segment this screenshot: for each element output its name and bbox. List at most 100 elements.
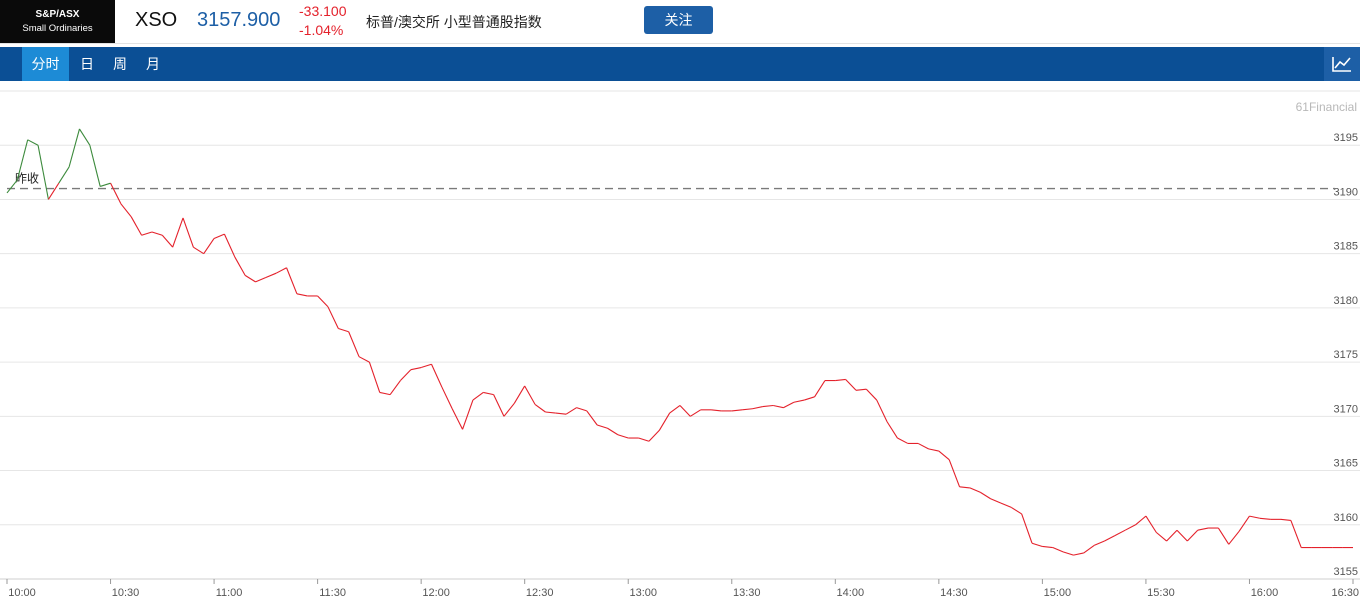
price-segment <box>1062 551 1074 556</box>
price-segment <box>79 128 91 146</box>
price-segment <box>534 403 546 413</box>
price-segment <box>193 246 205 255</box>
chart-toggle-button[interactable] <box>1324 47 1360 81</box>
price-segment <box>990 498 1002 504</box>
tab-daily[interactable]: 日 <box>74 47 100 81</box>
y-tick-label: 3195 <box>1334 132 1358 144</box>
price-segment <box>969 487 981 493</box>
price-segment <box>400 369 412 381</box>
price-segment <box>814 380 826 398</box>
price-segment <box>607 427 619 436</box>
price-series <box>6 128 1353 556</box>
price-segment <box>1073 552 1084 556</box>
x-tick-label: 12:30 <box>526 587 554 599</box>
x-tick-label: 14:30 <box>940 587 968 599</box>
price-segment <box>1280 518 1291 521</box>
y-tick-label: 3155 <box>1334 566 1358 578</box>
price-segment <box>420 363 432 369</box>
price-segment <box>576 407 587 412</box>
price-segment <box>89 145 101 187</box>
change-percent: -1.04% <box>299 22 344 38</box>
price-segment <box>731 409 743 412</box>
y-tick-label: 3175 <box>1334 349 1358 361</box>
tab-weekly[interactable]: 周 <box>107 47 133 81</box>
price-segment <box>68 128 81 168</box>
price-segment <box>483 391 494 396</box>
x-tick-label: 11:00 <box>216 587 243 599</box>
price-segment <box>979 491 991 500</box>
price-segment <box>1042 545 1053 549</box>
price-segment <box>327 306 339 329</box>
price-segment <box>203 238 215 254</box>
x-tick-label: 14:00 <box>837 587 865 599</box>
line-chart-icon <box>1332 57 1351 72</box>
price-segment <box>1000 502 1012 508</box>
ticker-symbol: XSO <box>135 9 178 31</box>
price-segment <box>762 404 774 408</box>
watermark: 61Financial <box>1296 100 1357 114</box>
price-segment <box>1197 527 1209 531</box>
y-tick-label: 3185 <box>1334 241 1358 253</box>
price-segment <box>379 391 391 396</box>
last-price: 3157.900 <box>197 9 281 31</box>
price-segment <box>1166 529 1178 542</box>
price-segment <box>804 396 815 401</box>
price-segment <box>1176 529 1188 542</box>
price-change: -33.100 -1.04% <box>299 2 346 40</box>
price-segment <box>1186 529 1199 542</box>
price-segment <box>1145 515 1157 533</box>
y-tick-label: 3180 <box>1334 295 1358 307</box>
x-axis: 10:00 10:30 11:00 11:30 12:00 12:30 13:00 13:30… <box>0 578 1360 599</box>
period-tabbar: 分时 日 周 月 <box>0 47 1360 81</box>
price-segment <box>234 256 246 276</box>
price-segment <box>752 406 763 410</box>
price-segment <box>348 331 360 357</box>
follow-button[interactable]: 关注 <box>644 6 713 34</box>
x-tick-label: 16:00 <box>1251 587 1279 599</box>
price-segment <box>793 399 805 403</box>
change-value: -33.100 <box>299 3 347 19</box>
price-segment <box>555 412 567 415</box>
price-segment <box>917 442 929 450</box>
price-segment <box>141 231 153 236</box>
price-segment <box>317 295 329 308</box>
price-segment <box>886 421 898 439</box>
tab-monthly[interactable]: 月 <box>140 47 166 81</box>
price-segment <box>472 392 484 401</box>
price-segment <box>524 385 536 405</box>
price-segment <box>182 217 194 248</box>
price-segment <box>462 399 474 430</box>
y-tick-label: 3190 <box>1334 186 1358 198</box>
price-segment <box>928 448 939 452</box>
price-segment <box>172 217 184 248</box>
price-segment <box>597 424 608 429</box>
price-segment <box>1052 547 1064 553</box>
price-segment <box>161 234 174 248</box>
tab-intraday[interactable]: 分时 <box>22 47 69 81</box>
price-segment <box>47 182 60 200</box>
price-segment <box>1083 544 1095 554</box>
price-segment <box>638 437 650 442</box>
y-tick-label: 3165 <box>1334 458 1358 470</box>
intraday-chart: 61Financial 3155 3160 3165 3170 3175 3180 3185… <box>0 90 1360 599</box>
price-segment <box>565 407 577 415</box>
price-segment <box>835 378 846 382</box>
price-segment <box>1104 535 1116 542</box>
price-segment <box>897 437 909 444</box>
y-tick-label: 3170 <box>1334 403 1358 415</box>
price-segment <box>389 380 401 395</box>
price-segment <box>1135 515 1147 526</box>
price-segment <box>855 388 867 391</box>
price-segment <box>6 179 18 194</box>
price-segment <box>658 412 671 431</box>
price-segment <box>265 272 277 279</box>
price-segment <box>441 386 453 409</box>
price-segment <box>959 486 970 489</box>
price-segment <box>876 399 888 422</box>
price-segment <box>431 364 443 388</box>
price-segment <box>286 267 298 294</box>
price-segment <box>244 274 256 283</box>
price-segment <box>783 401 795 409</box>
price-segment <box>1031 542 1043 547</box>
index-logo: S&P/ASX Small Ordinaries <box>0 0 115 43</box>
